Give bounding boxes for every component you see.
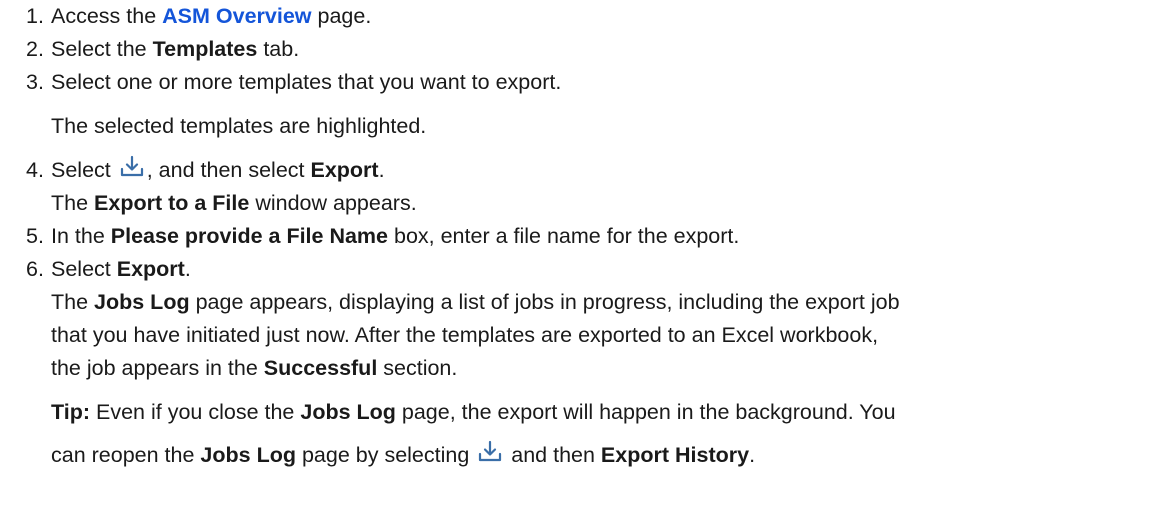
step-3: 3. Select one or more templates that you… bbox=[26, 66, 1146, 154]
jobs-log-ref: Jobs Log bbox=[300, 400, 396, 424]
tip-text: and then bbox=[505, 443, 601, 467]
step-note: The selected templates are highlighted. bbox=[51, 114, 427, 138]
step-text: window appears. bbox=[249, 191, 417, 215]
tip-text: page by selecting bbox=[295, 443, 476, 467]
export-ref: Export bbox=[310, 158, 379, 182]
file-name-box-ref: Please provide a File Name bbox=[110, 224, 389, 248]
tip-note: Tip: Even if you close the Jobs Log page… bbox=[51, 396, 1146, 429]
tip-text: Even if you close the bbox=[90, 400, 301, 424]
step-text: tab. bbox=[257, 37, 300, 61]
step-number: 1. bbox=[26, 4, 44, 28]
step-text: the job appears in the bbox=[51, 356, 264, 380]
step-1: 1. Access the ASM Overview page. bbox=[26, 0, 1146, 33]
step-2: 2. Select the Templates tab. bbox=[26, 33, 1146, 66]
download-tray-icon bbox=[119, 154, 145, 180]
step-number: 6. bbox=[26, 257, 44, 281]
step-text: . bbox=[184, 257, 191, 281]
step-number: 3. bbox=[26, 70, 44, 94]
step-text: page appears, displaying a list of jobs … bbox=[189, 290, 900, 314]
step-text: The bbox=[51, 290, 95, 314]
step-text: In the bbox=[51, 224, 111, 248]
step-number: 2. bbox=[26, 37, 44, 61]
tip-text: . bbox=[749, 443, 756, 467]
step-6: 6. Select Export. The Jobs Log page appe… bbox=[26, 253, 1146, 472]
step-text: Select bbox=[51, 158, 117, 182]
tip-label: Tip: bbox=[51, 400, 91, 424]
step-text: box, enter a file name for the export. bbox=[388, 224, 740, 248]
tip-text: page, the export will happen in the back… bbox=[395, 400, 896, 424]
step-text: Select the bbox=[51, 37, 153, 61]
step-text: Select bbox=[51, 257, 117, 281]
step-text: section. bbox=[377, 356, 458, 380]
templates-tab-ref: Templates bbox=[152, 37, 258, 61]
step-number: 5. bbox=[26, 224, 44, 248]
export-history-ref: Export History bbox=[600, 443, 750, 467]
export-window-ref: Export to a File bbox=[94, 191, 250, 215]
step-text: The bbox=[51, 191, 95, 215]
download-tray-icon bbox=[477, 439, 503, 465]
step-text: page. bbox=[311, 4, 372, 28]
step-text: . bbox=[378, 158, 385, 182]
export-ref: Export bbox=[116, 257, 185, 281]
successful-section-ref: Successful bbox=[263, 356, 378, 380]
step-text: that you have initiated just now. After … bbox=[51, 323, 879, 347]
jobs-log-ref: Jobs Log bbox=[94, 290, 190, 314]
step-4: 4. Select , and then select Export. The … bbox=[26, 154, 1146, 220]
jobs-log-ref: Jobs Log bbox=[200, 443, 296, 467]
procedure-document: 1. Access the ASM Overview page. 2. Sele… bbox=[0, 0, 1146, 472]
step-text: Access the bbox=[51, 4, 163, 28]
tip-note-line-2: can reopen the Jobs Log page by selectin… bbox=[51, 439, 1146, 472]
asm-overview-link[interactable]: ASM Overview bbox=[162, 4, 311, 28]
tip-text: can reopen the bbox=[51, 443, 201, 467]
step-text: , and then select bbox=[146, 158, 311, 182]
step-text: Select one or more templates that you wa… bbox=[51, 70, 562, 94]
step-number: 4. bbox=[26, 158, 44, 182]
step-5: 5. In the Please provide a File Name box… bbox=[26, 220, 1146, 253]
